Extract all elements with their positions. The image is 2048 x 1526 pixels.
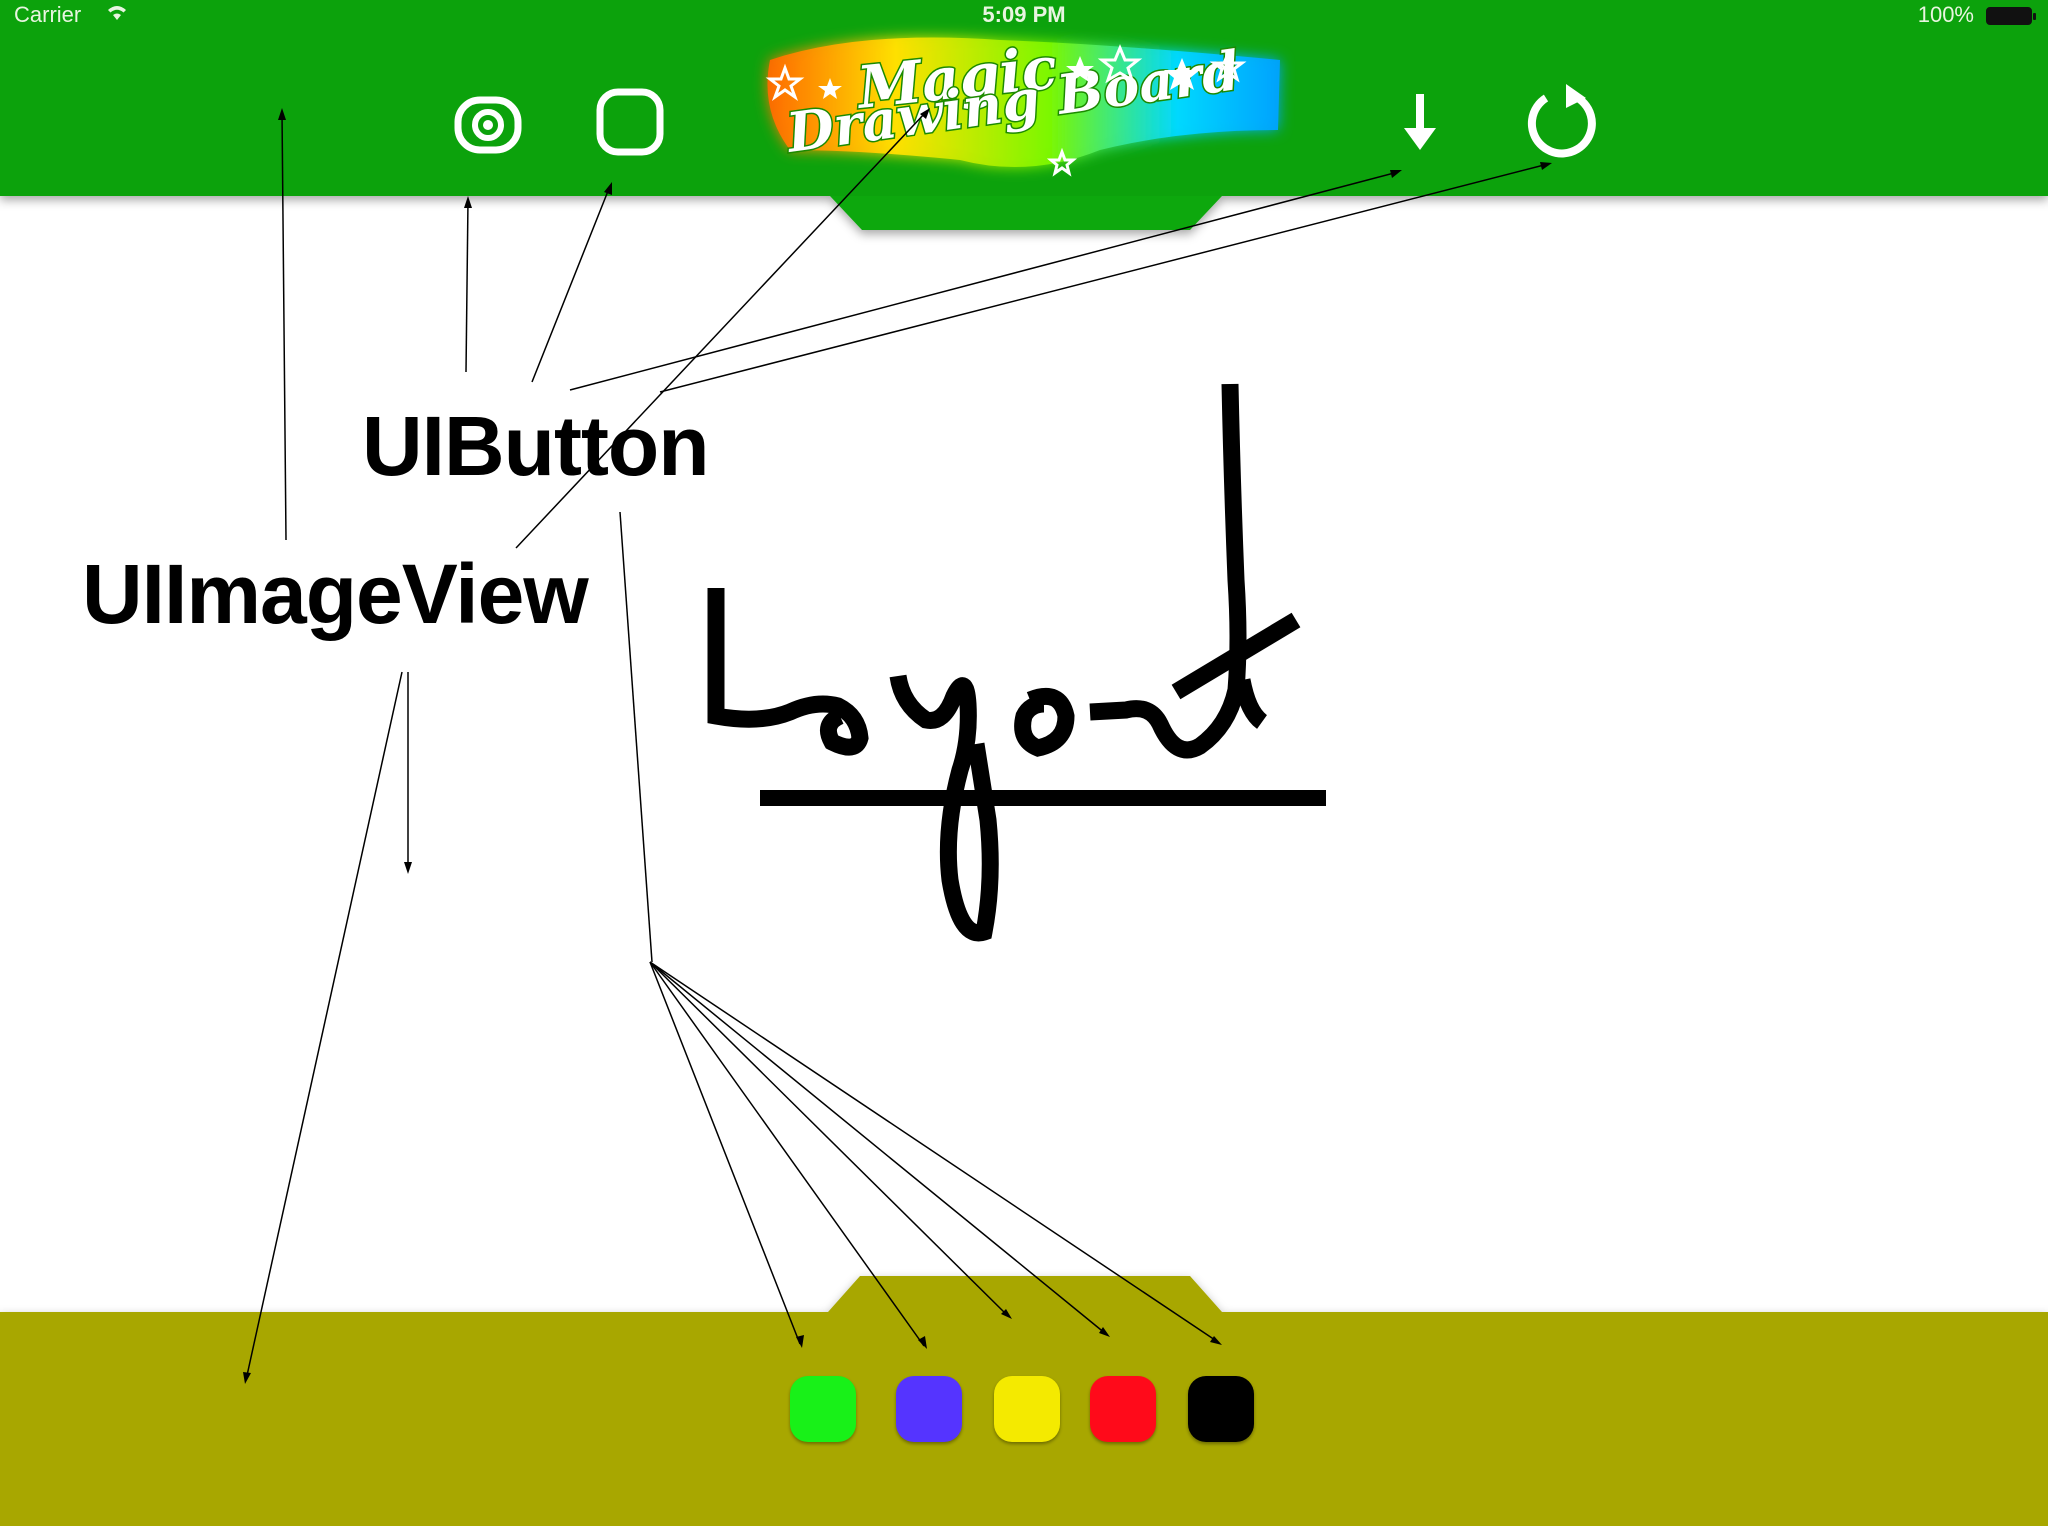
arrow-to-top-bar <box>281 111 287 541</box>
stroke-t-up <box>1089 383 1247 759</box>
arrow-to-refresh <box>659 163 1549 393</box>
arrow-to-download <box>569 171 1399 391</box>
arrow-to-shape <box>531 185 611 383</box>
drawing-canvas[interactable] <box>0 0 2048 1526</box>
arrow-to-camera <box>465 199 469 373</box>
status-bar: Carrier 5:09 PM 100% <box>0 0 2048 32</box>
clock: 5:09 PM <box>982 2 1066 27</box>
stroke-L <box>707 588 869 756</box>
color-swatch-black[interactable] <box>1188 1376 1254 1442</box>
battery-icon <box>1986 7 2036 25</box>
arrow-heads <box>243 108 1552 1384</box>
arrow-to-red <box>649 961 1107 1335</box>
color-swatch-yellow[interactable] <box>994 1376 1060 1442</box>
arrow-to-bottom-bar <box>245 671 403 1381</box>
arrow-to-palette-hub <box>619 511 653 963</box>
uibutton-annotation-label: UIButton <box>362 399 710 493</box>
color-swatch-green[interactable] <box>790 1376 856 1442</box>
drawn-underline <box>760 790 1326 806</box>
color-swatch-red[interactable] <box>1090 1376 1156 1442</box>
uiimageview-annotation-label: UIImageView <box>82 547 589 641</box>
handwritten-drawing <box>707 383 1301 942</box>
arrow-to-black <box>649 961 1219 1343</box>
stroke-t-tail <box>1233 678 1268 729</box>
annotation-arrows <box>245 111 1549 1381</box>
color-swatch-blue[interactable] <box>896 1376 962 1442</box>
arrow-to-green <box>649 961 801 1345</box>
arrow-to-yellow <box>649 961 1009 1317</box>
battery-percentage: 100% <box>1917 2 1974 27</box>
stroke-o <box>1014 688 1075 757</box>
arrow-to-blue <box>649 961 925 1347</box>
